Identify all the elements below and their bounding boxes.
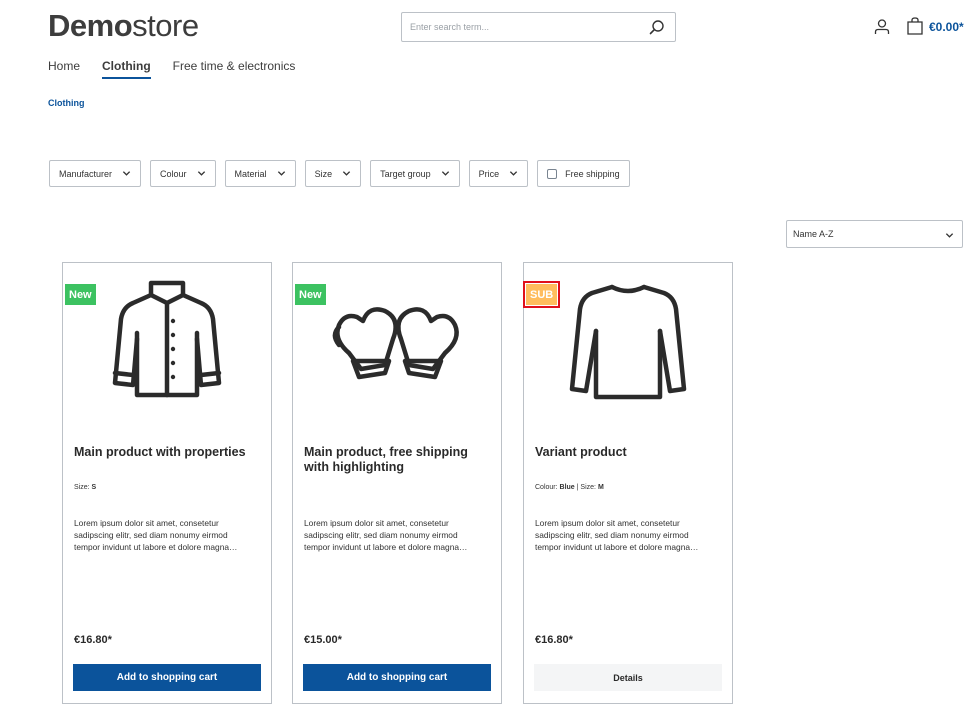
chevron-down-icon	[510, 171, 518, 176]
logo-bold-text: Demo	[48, 8, 133, 43]
filter-label: Manufacturer	[59, 168, 113, 179]
property-value: Blue	[559, 484, 575, 491]
filter-price[interactable]: Price	[468, 160, 529, 187]
product-card: SUB Variant product Colour: Blue | Size:…	[522, 262, 733, 704]
product-description: Lorem ipsum dolor sit amet, consetetur s…	[74, 517, 264, 553]
filter-free-shipping[interactable]: Free shipping	[537, 160, 630, 187]
chevron-down-icon	[945, 233, 954, 238]
nav-item-free-time-electronics[interactable]: Free time & electronics	[173, 59, 296, 79]
free-shipping-checkbox[interactable]	[547, 168, 558, 179]
filter-label: Material	[234, 168, 267, 179]
filter-panel: Manufacturer Colour Material Size Target…	[49, 160, 639, 187]
filter-label: Size	[314, 168, 333, 179]
cart-total[interactable]: €0.00*	[929, 20, 964, 34]
property-value: M	[597, 484, 604, 491]
product-properties: Colour: Blue | Size: M	[535, 484, 604, 491]
nav-item-clothing[interactable]: Clothing	[102, 59, 151, 79]
description-line: sadipscing elitr, sed diam nonumy eirmod	[535, 530, 689, 540]
nav-item-home[interactable]: Home	[48, 59, 80, 79]
product-price: €16.80*	[74, 634, 112, 646]
chevron-down-icon	[441, 171, 449, 176]
product-name[interactable]: Variant product	[535, 445, 725, 460]
description-line: Lorem ipsum dolor sit amet, consetetur	[304, 518, 449, 528]
product-card: New Main product, free shipping with hig…	[292, 262, 502, 704]
sort-select[interactable]: Name A-Z	[786, 220, 963, 248]
chevron-down-icon	[122, 171, 131, 176]
property-label: Size:	[580, 484, 596, 491]
filter-label: Price	[478, 168, 500, 179]
main-navigation: Home Clothing Free time & electronics	[48, 59, 317, 79]
product-description: Lorem ipsum dolor sit amet, consetetur s…	[535, 517, 725, 553]
logo-light-text: store	[132, 8, 199, 43]
filter-size[interactable]: Size	[304, 160, 362, 187]
sub-badge: SUB	[522, 281, 561, 308]
search-input[interactable]	[402, 13, 637, 41]
property-label: Colour:	[535, 484, 558, 491]
property-label: Size:	[74, 484, 90, 491]
filter-label: Target group	[380, 168, 431, 179]
store-logo[interactable]: Demostore	[48, 8, 199, 44]
cart-icon[interactable]	[905, 16, 925, 36]
description-line: tempor invidunt ut labore et dolore magn…	[304, 542, 468, 552]
chevron-down-icon	[277, 171, 285, 176]
add-to-cart-button[interactable]: Add to shopping cart	[303, 664, 491, 691]
product-price: €15.00*	[304, 634, 342, 646]
free-shipping-label: Free shipping	[565, 168, 620, 179]
description-line: Lorem ipsum dolor sit amet, consetetur	[535, 518, 680, 528]
filter-colour[interactable]: Colour	[150, 160, 216, 187]
product-name[interactable]: Main product, free shipping with highlig…	[304, 445, 494, 475]
chevron-down-icon	[197, 171, 205, 176]
sort-selected-value: Name A-Z	[793, 229, 834, 239]
search-icon[interactable]	[649, 19, 665, 35]
chevron-down-icon	[342, 171, 351, 176]
description-line: sadipscing elitr, sed diam nonumy eirmod	[74, 530, 228, 540]
filter-manufacturer[interactable]: Manufacturer	[49, 160, 142, 187]
description-line: Lorem ipsum dolor sit amet, consetetur	[74, 518, 219, 528]
description-line: sadipscing elitr, sed diam nonumy eirmod	[304, 530, 458, 540]
search-box	[401, 12, 676, 42]
product-card: New Main product with properties Size: S…	[62, 262, 272, 704]
details-button[interactable]: Details	[534, 664, 722, 691]
description-line: tempor invidunt ut labore et dolore magn…	[74, 542, 238, 552]
product-properties: Size: S	[74, 484, 96, 491]
account-icon[interactable]	[873, 18, 891, 36]
add-to-cart-button[interactable]: Add to shopping cart	[73, 664, 261, 691]
product-name[interactable]: Main product with properties	[74, 445, 264, 460]
product-price: €16.80*	[535, 634, 573, 646]
filter-target-group[interactable]: Target group	[370, 160, 460, 187]
new-badge: New	[295, 284, 326, 305]
product-description: Lorem ipsum dolor sit amet, consetetur s…	[304, 517, 494, 553]
filter-material[interactable]: Material	[224, 160, 296, 187]
filter-label: Colour	[160, 168, 187, 179]
new-badge: New	[65, 284, 96, 305]
property-value: S	[91, 484, 97, 491]
breadcrumb[interactable]: Clothing	[48, 98, 85, 108]
description-line: tempor invidunt ut labore et dolore magn…	[535, 542, 699, 552]
